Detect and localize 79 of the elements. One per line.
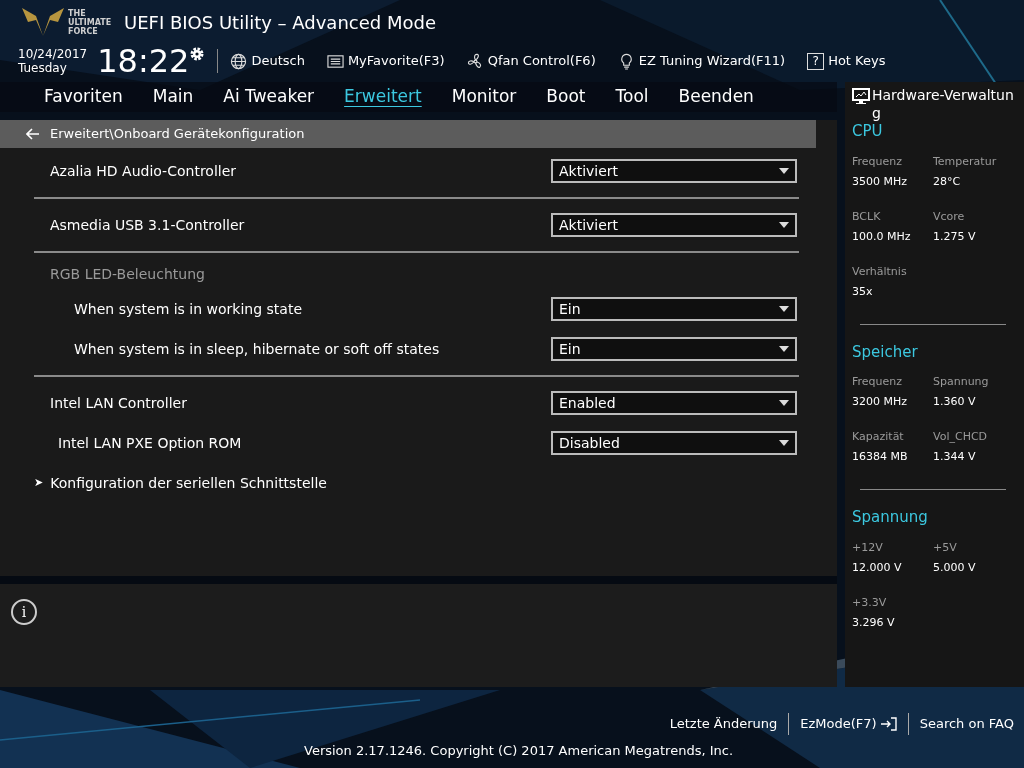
setting-label: Azalia HD Audio-Controller bbox=[50, 161, 237, 181]
app-title: UEFI BIOS Utility – Advanced Mode bbox=[124, 10, 436, 35]
caret-icon bbox=[779, 168, 789, 174]
setting-label: Asmedia USB 3.1-Controller bbox=[50, 215, 245, 235]
dropdown[interactable]: Disabled bbox=[551, 431, 797, 455]
tab[interactable]: Ai Tweaker bbox=[223, 84, 315, 110]
reading-value: 1.360 V bbox=[933, 395, 977, 409]
fan-icon bbox=[466, 52, 484, 70]
clock-text: 18:22 bbox=[97, 44, 190, 78]
info-icon: i bbox=[11, 599, 37, 625]
caret-icon bbox=[779, 306, 789, 312]
tab[interactable]: Favoriten bbox=[44, 84, 123, 110]
version-text: Version 2.17.1246. Copyright (C) 2017 American Megatrends, Inc. bbox=[304, 742, 734, 760]
monitor-icon bbox=[852, 88, 870, 105]
tab[interactable]: Erweitert bbox=[344, 84, 422, 110]
dropdown[interactable]: Aktiviert bbox=[551, 159, 797, 183]
reading-label: +5V bbox=[933, 540, 958, 555]
caret-icon bbox=[779, 222, 789, 228]
section-title: Speicher bbox=[852, 341, 919, 363]
reading-label: Temperatur bbox=[933, 154, 998, 169]
help-icon: ? bbox=[807, 52, 825, 70]
setting-label: When system is in working state bbox=[74, 299, 302, 319]
toolbar-button[interactable]: Deutsch bbox=[230, 51, 305, 71]
reading-label: Verhältnis bbox=[852, 264, 908, 279]
dropdown[interactable]: Ein bbox=[551, 297, 797, 321]
footer-link[interactable]: EzMode(F7) bbox=[800, 714, 897, 734]
caret-icon bbox=[779, 440, 789, 446]
caret-icon bbox=[779, 400, 789, 406]
reading-label: Frequenz bbox=[852, 375, 904, 389]
setting-label: Intel LAN Controller bbox=[50, 393, 187, 413]
section-title: Spannung bbox=[852, 507, 929, 528]
breadcrumb-bar[interactable]: Erweitert\Onboard Gerätekonfiguration bbox=[0, 120, 816, 148]
reading-label: Vcore bbox=[933, 209, 966, 224]
reading-label: Frequenz bbox=[852, 154, 904, 169]
reading-label: Spannung bbox=[933, 375, 990, 389]
reading-value: 28°C bbox=[933, 174, 962, 189]
reading-value: 3200 MHz bbox=[852, 395, 909, 409]
dropdown[interactable]: Aktiviert bbox=[551, 213, 797, 237]
logo: THE ULTIMATE FORCE bbox=[20, 6, 116, 38]
reading-value: 35x bbox=[852, 284, 874, 299]
reading-label: Kapazität bbox=[852, 430, 905, 444]
tab[interactable]: Boot bbox=[546, 84, 586, 110]
back-arrow-icon bbox=[26, 128, 40, 140]
reading-label: +3.3V bbox=[852, 595, 888, 610]
dropdown[interactable]: Ein bbox=[551, 337, 797, 361]
group-label: RGB LED-Beleuchtung bbox=[50, 264, 205, 284]
toolbar-button[interactable]: EZ Tuning Wizard(F11) bbox=[617, 51, 786, 71]
list-icon bbox=[326, 52, 344, 70]
setting-label: When system is in sleep, hibernate or soft off states bbox=[74, 339, 440, 359]
reading-label: BCLK bbox=[852, 209, 882, 224]
setting-label: Intel LAN PXE Option ROM bbox=[57, 433, 242, 453]
panel-title: Hardware-Verwaltung bbox=[872, 86, 1014, 122]
reading-value: 5.000 V bbox=[933, 560, 977, 575]
reading-value: 1.275 V bbox=[933, 229, 977, 244]
toolbar-button[interactable]: Qfan Control(F6) bbox=[466, 51, 596, 71]
dropdown[interactable]: Enabled bbox=[551, 391, 797, 415]
settings-icon[interactable] bbox=[189, 46, 206, 62]
reading-value: 100.0 MHz bbox=[852, 229, 912, 244]
day-text: Tuesday bbox=[18, 61, 68, 75]
reading-label: +12V bbox=[852, 540, 884, 555]
tab[interactable]: Tool bbox=[615, 84, 649, 110]
submenu-link[interactable]: ➤ Konfiguration der seriellen Schnittstelle bbox=[0, 463, 837, 503]
tab[interactable]: Monitor bbox=[451, 84, 517, 110]
caret-icon bbox=[779, 346, 789, 352]
reading-value: 16384 MB bbox=[852, 450, 909, 464]
reading-value: 3500 MHz bbox=[852, 174, 909, 189]
tab[interactable]: Main bbox=[152, 84, 194, 110]
tab[interactable]: Beenden bbox=[678, 84, 754, 110]
toolbar-button[interactable]: ? Hot Keys bbox=[807, 51, 886, 71]
footer-link[interactable]: Search on FAQ bbox=[919, 714, 1014, 734]
section-title: CPU bbox=[852, 121, 884, 142]
globe-icon bbox=[230, 52, 248, 70]
reading-value: 1.344 V bbox=[933, 450, 977, 464]
reading-label: Vol_CHCD bbox=[933, 430, 989, 444]
footer-link[interactable]: Letzte Änderung bbox=[669, 714, 778, 734]
toolbar-button[interactable]: MyFavorite(F3) bbox=[326, 51, 445, 71]
reading-value: 3.296 V bbox=[852, 615, 896, 630]
reading-value: 12.000 V bbox=[852, 560, 903, 575]
date-text: 10/24/2017 bbox=[18, 47, 88, 61]
